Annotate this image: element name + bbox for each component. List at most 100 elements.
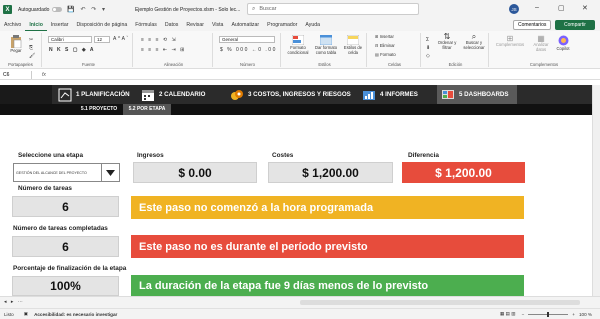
styles-group-label: Estilos <box>318 62 331 67</box>
tab-formulas[interactable]: Fórmulas <box>131 19 161 31</box>
font-group-label: Fuente <box>81 62 96 67</box>
number-format-icons[interactable]: $ % 000 ←0 .00 <box>220 47 277 53</box>
diferencia-label: Diferencia <box>408 152 439 159</box>
zoom-out-icon[interactable]: − <box>522 312 525 317</box>
ribbon: Pegar ✂ ⎘ 🖌 Portapapeles Calibri 12 A^Aˇ N… <box>0 31 600 69</box>
dropdown-arrow-icon[interactable] <box>101 164 119 181</box>
search-box[interactable]: ⌕ Buscar <box>247 3 419 15</box>
costes-value: $ 1,200.00 <box>268 162 393 183</box>
comments-button[interactable]: Comentarios <box>513 20 552 30</box>
costes-label: Costes <box>272 152 294 159</box>
alignment-group: ≡ ≡ ≡ ⟲ ⇲ ≡ ≡ ≡ ⇤ ⇥ ⊞ Alineación <box>135 33 213 67</box>
tab-automatizar[interactable]: Automatizar <box>227 19 263 31</box>
share-button[interactable]: Compartir <box>555 20 595 30</box>
paste-icon <box>11 35 22 48</box>
number-format-select[interactable]: General <box>219 36 275 43</box>
tab-datos[interactable]: Datos <box>161 19 183 31</box>
stage-select[interactable]: GESTIÓN DEL ALCANCE DEL PROYECTO <box>13 163 120 182</box>
copilot-button[interactable]: Copilot <box>553 35 573 52</box>
tab-archivo[interactable]: Archivo <box>0 19 25 31</box>
sheet-nav-arrows[interactable]: ◂ ▸ ⋯ <box>4 299 24 305</box>
search-placeholder: Buscar <box>259 6 277 12</box>
close-icon[interactable]: ✕ <box>582 4 588 12</box>
sort-filter-button[interactable]: ⇅ Ordenar y filtrar <box>435 33 459 50</box>
tab-inicio[interactable]: Inicio <box>25 19 47 31</box>
maximize-icon[interactable]: ▢ <box>558 4 565 12</box>
cells-group: ⊞ Insertar ⊟ Eliminar ▤ Formato Celdas <box>369 33 421 67</box>
stage-select-value: GESTIÓN DEL ALCANCE DEL PROYECTO <box>16 170 87 175</box>
alignment-icons-top[interactable]: ≡ ≡ ≡ ⟲ ⇲ <box>141 37 177 43</box>
nav-calendario[interactable]: 2 CALENDARIO <box>141 85 205 104</box>
zoom-control[interactable]: ▦ ▤ ▥ − + 100 % <box>500 311 592 317</box>
name-box[interactable]: C6 <box>0 70 32 79</box>
addins-group-label: Complementos <box>529 62 559 67</box>
status-ready: Listo <box>4 311 14 317</box>
clipboard-group-label: Portapapeles <box>8 62 33 67</box>
search-icon: ⌕ <box>252 5 256 12</box>
zoom-in-icon[interactable]: + <box>572 312 575 317</box>
tab-insertar[interactable]: Insertar <box>47 19 73 31</box>
nav-dashboards[interactable]: 5 DASHBOARDS <box>437 85 517 104</box>
font-size-select[interactable]: 12 <box>94 36 110 43</box>
tab-ayuda[interactable]: Ayuda <box>301 19 324 31</box>
dashboard-subnav: 5.1 PROYECTO 5.2 POR ETAPA <box>0 104 592 115</box>
fx-icon[interactable]: fx <box>42 72 46 78</box>
coins-icon <box>231 89 243 100</box>
quick-access-toolbar[interactable]: 💾 ↶ ↷ ▾ <box>67 6 107 13</box>
select-stage-label: Seleccione una etapa <box>18 152 83 159</box>
autosum-icons[interactable]: Σ ⬇ ◇ <box>426 36 430 60</box>
font-style-icons[interactable]: N K S ▢ ◈ A <box>49 47 95 53</box>
font-name-select[interactable]: Calibri <box>48 36 92 43</box>
macro-record-icon[interactable]: ▣ <box>24 311 28 317</box>
nav-costos[interactable]: 3 COSTOS, INGRESOS Y RIESGOS <box>230 85 351 104</box>
view-icons[interactable]: ▦ ▤ ▥ <box>500 311 516 317</box>
paste-button[interactable]: Pegar <box>6 35 26 54</box>
cut-copy-format-icons[interactable]: ✂ ⎘ 🖌 <box>29 36 35 60</box>
num-completadas-label: Número de tareas completadas <box>13 225 108 232</box>
font-size-grow-shrink-icons[interactable]: A^Aˇ <box>113 36 130 42</box>
sheet-tabs-bar: ◂ ▸ ⋯ <box>0 296 600 308</box>
subtab-proyecto[interactable]: 5.1 PROYECTO <box>75 104 123 115</box>
tab-programador[interactable]: Programador <box>263 19 301 31</box>
styles-group: Formato condicional Dar formato como tab… <box>283 33 367 67</box>
cell-styles-button[interactable]: Estilos de celda <box>341 35 365 56</box>
conditional-format-button[interactable]: Formato condicional <box>285 35 311 56</box>
avatar[interactable]: JS <box>509 4 519 14</box>
vertical-scrollbar[interactable] <box>592 85 600 296</box>
ingresos-value: $ 0.00 <box>133 162 257 183</box>
porcentaje-value: 100% <box>12 276 119 296</box>
nav-left-strip <box>0 85 52 104</box>
banner-period-status: Este paso no es durante el período previ… <box>131 235 524 258</box>
zoom-slider[interactable] <box>528 311 569 317</box>
porcentaje-label: Porcentaje de finalización de la etapa <box>13 265 127 272</box>
tab-revisar[interactable]: Revisar <box>182 19 208 31</box>
tab-disposicion[interactable]: Disposición de página <box>72 19 131 31</box>
autosave-toggle[interactable] <box>52 7 63 12</box>
nav-informes[interactable]: 4 INFORMES <box>362 85 418 104</box>
formula-bar: C6 fx <box>0 70 600 80</box>
nav-planificacion[interactable]: 1 PLANIFICACIÓN <box>58 85 130 104</box>
horizontal-scrollbar[interactable] <box>300 300 580 305</box>
excel-logo-icon: X <box>3 5 12 14</box>
document-title: Ejemplo Gestión de Proyectos.xlsm - Solo… <box>134 6 241 13</box>
tab-vista[interactable]: Vista <box>208 19 227 31</box>
banner-duration-status: La duración de la etapa fue 9 días menos… <box>131 275 524 296</box>
clipboard-group: Pegar ✂ ⎘ 🖌 Portapapeles <box>0 33 42 67</box>
num-tareas-value: 6 <box>12 196 119 217</box>
addins-button[interactable]: ⊞ Complementos <box>493 35 527 48</box>
table-format-button[interactable]: Dar formato como tabla <box>312 35 340 56</box>
alignment-icons-bottom[interactable]: ≡ ≡ ≡ ⇤ ⇥ ⊞ <box>141 47 186 53</box>
format-cells-button[interactable]: ▤ Formato <box>375 52 396 58</box>
accessibility-status[interactable]: Accesibilidad: es necesario investigar <box>34 312 117 317</box>
zoom-level[interactable]: 100 % <box>579 312 592 317</box>
cell-styles-icon <box>347 35 359 45</box>
minimize-icon[interactable]: – <box>535 4 539 11</box>
worksheet: 1 PLANIFICACIÓN 2 CALENDARIO 3 COSTOS, I… <box>0 81 600 296</box>
find-select-button[interactable]: ⌕ Buscar y seleccionar <box>461 33 487 50</box>
subtab-por-etapa[interactable]: 5.2 POR ETAPA <box>123 104 171 115</box>
delete-cells-button[interactable]: ⊟ Eliminar <box>375 43 395 49</box>
num-completadas-value: 6 <box>12 236 119 257</box>
insert-cells-button[interactable]: ⊞ Insertar <box>375 34 394 40</box>
number-group-label: Número <box>240 62 255 67</box>
analyze-data-button[interactable]: ▦ Analizar datos <box>529 35 553 52</box>
